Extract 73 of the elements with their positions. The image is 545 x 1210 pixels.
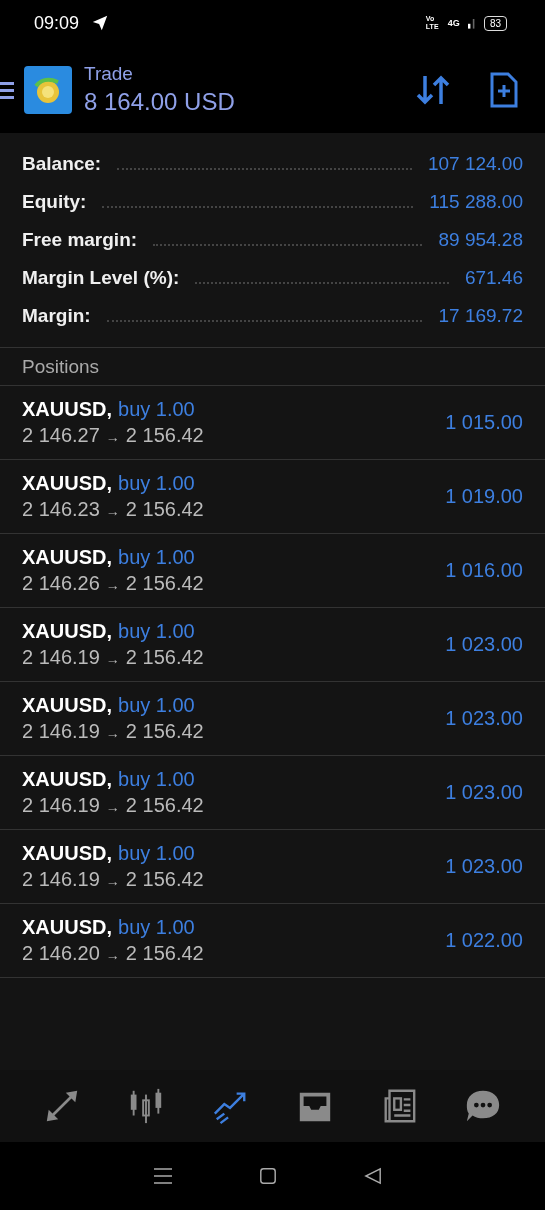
profit-value: 1 023.00 — [445, 855, 523, 878]
arrow-label: → — [105, 651, 120, 667]
open-price: 2 146.19 — [22, 720, 100, 743]
profit-value: 1 023.00 — [445, 781, 523, 804]
symbol-label: XAUUSD, — [22, 546, 112, 569]
summary-value: 107 124.00 — [427, 152, 523, 176]
current-price: 2 156.42 — [125, 794, 204, 817]
order-side: buy 1.00 — [118, 768, 195, 791]
recent-apps-icon[interactable] — [153, 1166, 174, 1186]
order-side: buy 1.00 — [118, 916, 195, 939]
summary-value: 89 954.28 — [438, 228, 523, 252]
summary-label: Equity: — [22, 190, 87, 214]
symbol-label: XAUUSD, — [22, 472, 112, 495]
arrow-label: → — [105, 799, 120, 815]
symbol-label: XAUUSD, — [22, 842, 112, 865]
order-side: buy 1.00 — [118, 620, 195, 643]
new-order-icon[interactable] — [489, 71, 519, 108]
summary-label: Margin: — [22, 304, 91, 328]
order-side: buy 1.00 — [118, 398, 195, 421]
signal-icon — [467, 16, 476, 30]
send-icon — [91, 14, 110, 32]
symbol-label: XAUUSD, — [22, 398, 112, 421]
open-price: 2 146.26 — [22, 572, 100, 595]
current-price: 2 156.42 — [125, 720, 204, 743]
account-balance: 8 164.00 USD — [84, 88, 235, 116]
page-title: Trade — [84, 63, 134, 85]
symbol-label: XAUUSD, — [22, 916, 112, 939]
order-side: buy 1.00 — [118, 842, 195, 865]
summary-label: Margin Level (%): — [22, 266, 180, 290]
arrow-label: → — [105, 429, 120, 445]
open-price: 2 146.19 — [22, 646, 100, 669]
arrow-label: → — [105, 503, 120, 519]
arrow-label: → — [105, 725, 120, 741]
summary-value: 671.46 — [464, 266, 523, 290]
arrow-label: → — [105, 577, 120, 593]
open-price: 2 146.19 — [22, 868, 100, 891]
status-time: 09:09 — [34, 12, 80, 34]
open-price: 2 146.20 — [22, 942, 100, 965]
order-side: buy 1.00 — [118, 472, 195, 495]
profit-value: 1 015.00 — [445, 411, 523, 434]
open-price: 2 146.23 — [22, 498, 100, 521]
symbol-label: XAUUSD, — [22, 768, 112, 791]
summary-value: 115 288.00 — [429, 190, 523, 214]
current-price: 2 156.42 — [125, 498, 204, 521]
arrow-label: → — [105, 947, 120, 963]
sort-icon[interactable] — [415, 73, 451, 106]
symbol-label: XAUUSD, — [22, 694, 112, 717]
symbol-label: XAUUSD, — [22, 620, 112, 643]
profit-value: 1 023.00 — [445, 633, 523, 656]
open-price: 2 146.19 — [22, 794, 100, 817]
back-icon[interactable] — [363, 1167, 382, 1185]
order-side: buy 1.00 — [118, 546, 195, 569]
current-price: 2 156.42 — [125, 868, 204, 891]
current-price: 2 156.42 — [125, 424, 204, 447]
summary-value: 17 169.72 — [438, 304, 523, 328]
order-side: buy 1.00 — [118, 694, 195, 717]
section-title: Positions — [22, 355, 100, 378]
profit-value: 1 016.00 — [445, 559, 523, 582]
summary-label: Balance: — [22, 152, 102, 176]
network-label: 4G — [447, 18, 460, 28]
arrow-label: → — [105, 873, 120, 889]
profit-value: 1 022.00 — [445, 929, 523, 952]
battery-indicator: 83 — [483, 15, 507, 31]
home-icon[interactable] — [259, 1167, 278, 1185]
app-logo-icon — [24, 65, 72, 114]
current-price: 2 156.42 — [125, 646, 204, 669]
current-price: 2 156.42 — [125, 572, 204, 595]
profit-value: 1 019.00 — [445, 485, 523, 508]
current-price: 2 156.42 — [125, 942, 204, 965]
menu-icon[interactable] — [0, 79, 14, 100]
profit-value: 1 023.00 — [445, 707, 523, 730]
open-price: 2 146.27 — [22, 424, 100, 447]
summary-label: Free margin: — [22, 228, 138, 252]
